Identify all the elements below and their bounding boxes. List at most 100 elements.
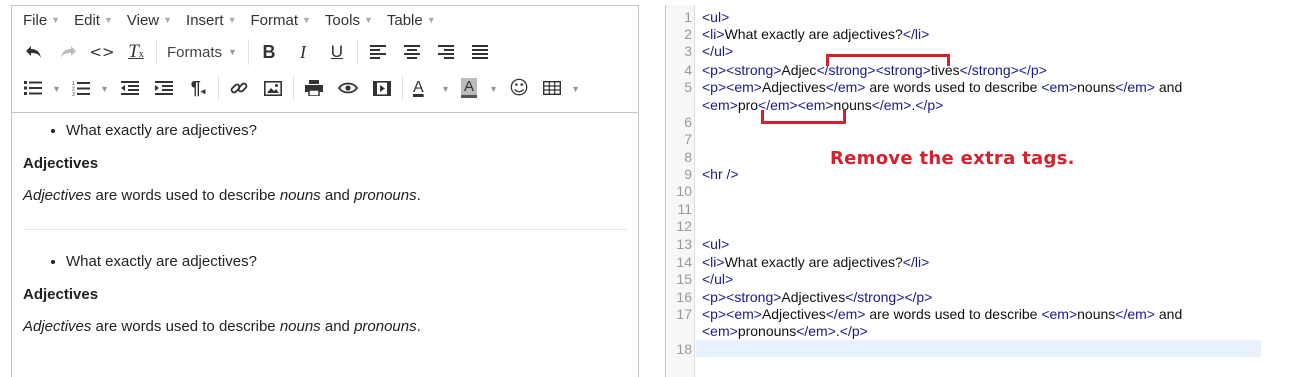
line-number: 8 [684, 149, 692, 165]
code-line[interactable]: 13 <ul> [666, 236, 1286, 253]
html-tag-token: <p><em> [702, 79, 762, 95]
text-token: are words used to describe [865, 306, 1042, 322]
line-number: 12 [676, 218, 692, 234]
code-line[interactable]: 14 <li>What exactly are adjectives?</li> [666, 254, 1286, 271]
menu-tools[interactable]: Tools ▼ [318, 12, 380, 29]
line-number: 2 [684, 26, 692, 42]
code-line[interactable]: 1 <ul> [666, 9, 1286, 26]
code-line[interactable]: 3 </ul> [666, 43, 1286, 60]
clear-format-button[interactable]: Tx [119, 37, 153, 67]
text-token: nouns [1077, 306, 1116, 322]
text-color-button[interactable]: A ▼ [406, 73, 454, 103]
em-text: nouns [279, 187, 321, 204]
align-center-icon [403, 45, 420, 59]
background-color-button[interactable]: A ▼ [454, 73, 502, 103]
background-color-icon: A [461, 78, 478, 98]
code-line[interactable]: 7 [666, 131, 1286, 148]
code-line[interactable]: 16 <p><strong>Adjectives</strong></p> [666, 289, 1286, 306]
plain-text: and [320, 318, 355, 335]
text-token: What exactly are adjectives? [724, 254, 903, 270]
code-line[interactable]: 6 [666, 114, 1286, 131]
formats-dropdown[interactable]: Formats ▼ [160, 37, 245, 67]
formats-label: Formats [167, 43, 223, 61]
align-right-button[interactable] [429, 37, 463, 67]
code-line[interactable]: <em>pro</em><em>nouns</em>.</p> [666, 97, 1286, 114]
html-tag-token: <em> [1041, 306, 1078, 322]
italic-icon: I [299, 41, 306, 62]
html-tag-token: </li> [902, 26, 930, 42]
html-tag-token: <li> [702, 254, 725, 270]
table-button[interactable]: ▼ [536, 73, 584, 103]
code-line[interactable]: <em>pronouns</em>.</p> [666, 323, 1286, 340]
chevron-down-icon: ▼ [426, 15, 436, 25]
print-button[interactable] [297, 73, 331, 103]
code-line[interactable]: 5 <p><em>Adjectives</em> are words used t… [666, 79, 1286, 96]
bullet-list: What exactly are adjectives? [66, 121, 627, 141]
html-tag-token: <p><strong> [702, 289, 782, 305]
toolbar-divider [247, 39, 249, 65]
italic-button[interactable]: I [286, 37, 320, 67]
code-line[interactable]: 2 <li>What exactly are adjectives?</li> [666, 26, 1286, 43]
code-line[interactable]: 17 <p><em>Adjectives</em> are words used … [666, 306, 1286, 323]
line-number: 9 [684, 166, 692, 182]
align-left-button[interactable] [361, 37, 395, 67]
line-number: 15 [676, 271, 692, 287]
text-token: pro [737, 97, 759, 113]
code-text: <p><strong>Adjectives</strong></p> [702, 289, 932, 306]
menu-tools-label: Tools [324, 11, 360, 29]
em-text: pronouns [354, 187, 417, 204]
paragraph-button[interactable]: ¶◂ [181, 73, 215, 103]
text-token: What exactly are adjectives? [724, 26, 903, 42]
menu-view[interactable]: View ▼ [120, 12, 179, 29]
menu-format[interactable]: Format ▼ [243, 12, 317, 29]
text-token: Adjectives [781, 289, 846, 305]
source-code-editor[interactable]: 1 <ul> 2 <li>What exactly are adjectives?<… [665, 5, 1300, 377]
menu-file[interactable]: File ▼ [16, 12, 67, 29]
source-code-button[interactable]: <> [85, 37, 119, 67]
align-center-button[interactable] [395, 37, 429, 67]
preview-button[interactable] [331, 73, 365, 103]
align-justify-button[interactable] [463, 37, 497, 67]
undo-button[interactable] [17, 37, 51, 67]
html-tag-token: </em> [871, 97, 912, 113]
toolbar-divider [218, 75, 219, 101]
emoticon-button[interactable]: ☺ [502, 73, 536, 103]
text-token: Adjectives [761, 79, 826, 95]
editor-content-area[interactable]: What exactly are adjectives? Adjectives … [12, 113, 638, 337]
menu-insert-label: Insert [186, 11, 224, 29]
image-button[interactable] [256, 73, 290, 103]
plain-text: and [320, 187, 355, 204]
code-text: <ul> [702, 9, 729, 26]
media-button[interactable] [365, 73, 399, 103]
link-button[interactable] [222, 73, 256, 103]
code-line-active[interactable]: 18 [666, 341, 1286, 358]
menubar: File ▼ Edit ▼ View ▼ Insert ▼ Format ▼ Tools ▼… [12, 6, 638, 34]
outdent-button[interactable] [113, 73, 147, 103]
line-number: 13 [676, 236, 692, 252]
code-line[interactable]: 10 [666, 183, 1286, 200]
code-line[interactable]: 4 <p><strong>Adjec</strong><strong>tives<… [666, 62, 1286, 79]
html-tag-token: </li> [902, 254, 930, 270]
bold-button[interactable]: B [252, 37, 286, 67]
text-token: and [1155, 79, 1183, 95]
indent-button[interactable] [147, 73, 181, 103]
html-tag-token: </em> [796, 323, 836, 339]
bullet-list-button[interactable]: ▼ [17, 73, 65, 103]
menu-table[interactable]: Table ▼ [380, 12, 443, 29]
chevron-down-icon: ▼ [227, 15, 237, 25]
html-tag-token: <em> [702, 323, 738, 339]
numbered-list-button[interactable]: 123 ▼ [65, 73, 113, 103]
code-line[interactable]: 12 [666, 218, 1286, 235]
menu-edit[interactable]: Edit ▼ [67, 12, 120, 29]
code-text: <li>What exactly are adjectives?</li> [702, 26, 929, 43]
redo-button[interactable] [51, 37, 85, 67]
code-line[interactable]: 15 </ul> [666, 271, 1286, 288]
line-number: 6 [684, 114, 692, 130]
numbered-list-icon: 123 [72, 81, 90, 96]
text-token: Adjectives [761, 306, 826, 322]
code-line[interactable]: 11 [666, 201, 1286, 218]
menu-insert[interactable]: Insert ▼ [179, 12, 243, 29]
code-text: <li>What exactly are adjectives?</li> [702, 254, 929, 271]
chevron-down-icon: ▼ [489, 84, 498, 94]
underline-button[interactable]: U [320, 37, 354, 67]
